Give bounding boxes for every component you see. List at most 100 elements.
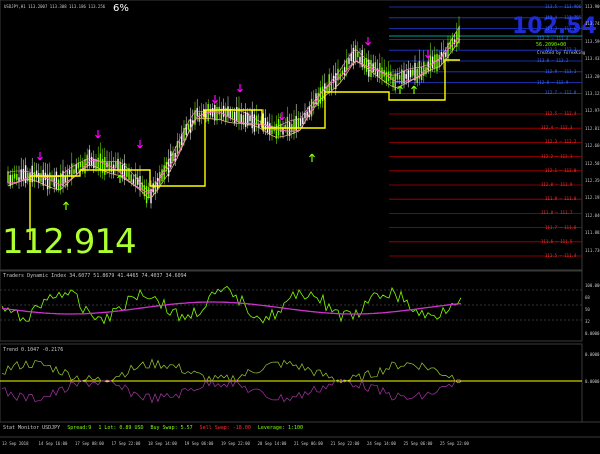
price-axis-label: 112.350: [585, 178, 600, 183]
price-axis-label: 112.815: [585, 125, 600, 131]
time-axis-label: 19 Sep 06:00: [184, 441, 214, 446]
level-tag-top: 112.8 — 112.9: [537, 79, 569, 85]
status-sell-swap: Sell Swap: -18.00: [199, 425, 251, 431]
buy-arrow: [309, 153, 315, 162]
level-tag-bottom: 112.3 — 112.2: [545, 139, 577, 145]
candle-body: [22, 168, 25, 181]
moving-averages: [7, 25, 461, 240]
status-spread: Spread:9: [67, 425, 92, 431]
candle-body: [42, 169, 44, 186]
sell-arrow: [279, 112, 285, 121]
candle-body: [249, 115, 251, 122]
candle-body: [233, 111, 236, 124]
candle-body: [372, 63, 374, 73]
ind2-line-purple: [1, 378, 462, 404]
sell-arrow: [137, 140, 143, 149]
candle-body: [266, 121, 269, 133]
candle-body: [354, 45, 357, 62]
level-tag-bottom: 112.1 — 112.0: [545, 167, 577, 173]
time-axis-label: 21 Sep 22:00: [330, 441, 360, 446]
ind1-axis-label: 0.0000: [585, 331, 600, 336]
price-axis-label: 111.730: [585, 247, 600, 253]
status-symbol: Stat Monitor USDJPY: [3, 425, 61, 431]
chart-window[interactable]: USDJPY,H1 113.2007 113.308 113.186 113.2…: [0, 0, 600, 450]
time-axis-label: 17 Sep 08:00: [75, 441, 104, 446]
candle-body: [178, 141, 181, 148]
candle-body: [75, 164, 77, 174]
ind1-axis-label: 32: [585, 319, 590, 324]
candle-body: [293, 119, 295, 135]
status-bar: Stat Monitor USDJPY Spread:9 1 Lot: 0.89…: [3, 425, 307, 431]
candle-body: [357, 51, 359, 58]
status-buy-swap: Buy Swap: 5.57: [150, 425, 193, 431]
time-axis-label: 21 Sep 06:00: [294, 441, 323, 446]
big-price-readout: 112.914: [2, 222, 137, 262]
level-tag-top: 113.5 — 113.906: [545, 4, 582, 9]
ind1-axis-label: 68: [585, 295, 590, 300]
candle-body: [429, 54, 432, 72]
tdi-slow-line: [1, 301, 462, 315]
candle-body: [436, 53, 438, 72]
candle-body: [216, 107, 218, 121]
indicator1-lines: [0, 285, 582, 325]
price-axis-label: 113.745: [585, 21, 600, 27]
level-tag-bottom: 111.6 — 111.5: [541, 238, 573, 244]
candle-body: [409, 69, 412, 78]
indicator1-frame: [0, 270, 583, 342]
candle-body: [288, 122, 291, 136]
ind2-axis-label: 0.0000: [585, 379, 600, 384]
candle-body: [187, 124, 190, 130]
time-axis-label: 13 Sep 2018: [2, 441, 29, 446]
candle-body: [7, 171, 9, 184]
candle-body: [88, 149, 91, 167]
candle-body: [117, 158, 119, 171]
candle-body: [126, 170, 128, 177]
ind2-line-green: [1, 358, 462, 384]
level-tag-bottom: 111.8 — 111.7: [541, 210, 573, 216]
candle-body: [13, 173, 16, 179]
time-axis-label: 24 Sep 14:00: [367, 441, 396, 446]
indicator2-frame: [0, 343, 583, 423]
level-tag-top: 113.0 — 113.2: [537, 58, 569, 63]
candle-body: [130, 174, 132, 182]
candle-body: [427, 61, 429, 71]
candle-body: [227, 106, 229, 117]
candle-body: [145, 185, 148, 204]
candle-body: [302, 117, 304, 124]
candle-body: [38, 173, 40, 183]
indicator1-label: Traders Dynamic Index 34.6077 51.8679 41…: [3, 273, 187, 279]
level-tag-bottom: 112.5 — 112.4: [545, 111, 577, 116]
candle-body: [115, 161, 117, 168]
price-axis-label: 113.900: [585, 4, 600, 9]
candle-body: [359, 56, 361, 63]
candle-body: [392, 76, 394, 87]
candle-body: [304, 112, 306, 119]
candle-body: [40, 173, 42, 182]
level-tag-top: 113.1 — 113.3: [545, 47, 577, 53]
candle-body: [55, 171, 58, 190]
ind1-axis-label: 100.0000: [585, 283, 600, 288]
candle-body: [321, 86, 324, 101]
candle-body: [412, 69, 414, 76]
candle-body: [348, 58, 350, 64]
candlestick-series: [7, 16, 460, 209]
level-tag-top: 113.3 — 113.6: [545, 25, 577, 31]
buy-arrow: [63, 201, 69, 210]
buy-arrow: [117, 174, 123, 183]
price-axis-label: 111.885: [585, 230, 600, 236]
candle-body: [9, 175, 11, 187]
level-tag-bottom: 112.4 — 112.3: [541, 125, 573, 131]
candle-body: [275, 124, 278, 139]
level-tag-bottom: 111.9 — 111.8: [545, 196, 577, 202]
level-tag-bottom: 111.7 — 111.6: [545, 224, 577, 230]
candle-body: [73, 169, 75, 175]
buy-arrow: [411, 85, 417, 94]
candle-body: [253, 114, 256, 132]
price-axis-label: 113.280: [585, 73, 600, 79]
symbol-info: USDJPY,H1 113.2007 113.308 113.186 113.2…: [4, 4, 106, 9]
buy-arrow: [397, 85, 403, 94]
candle-body: [220, 109, 223, 120]
price-axis-label: 112.505: [585, 160, 600, 166]
candle-body: [16, 174, 18, 181]
sell-arrow: [425, 50, 431, 59]
